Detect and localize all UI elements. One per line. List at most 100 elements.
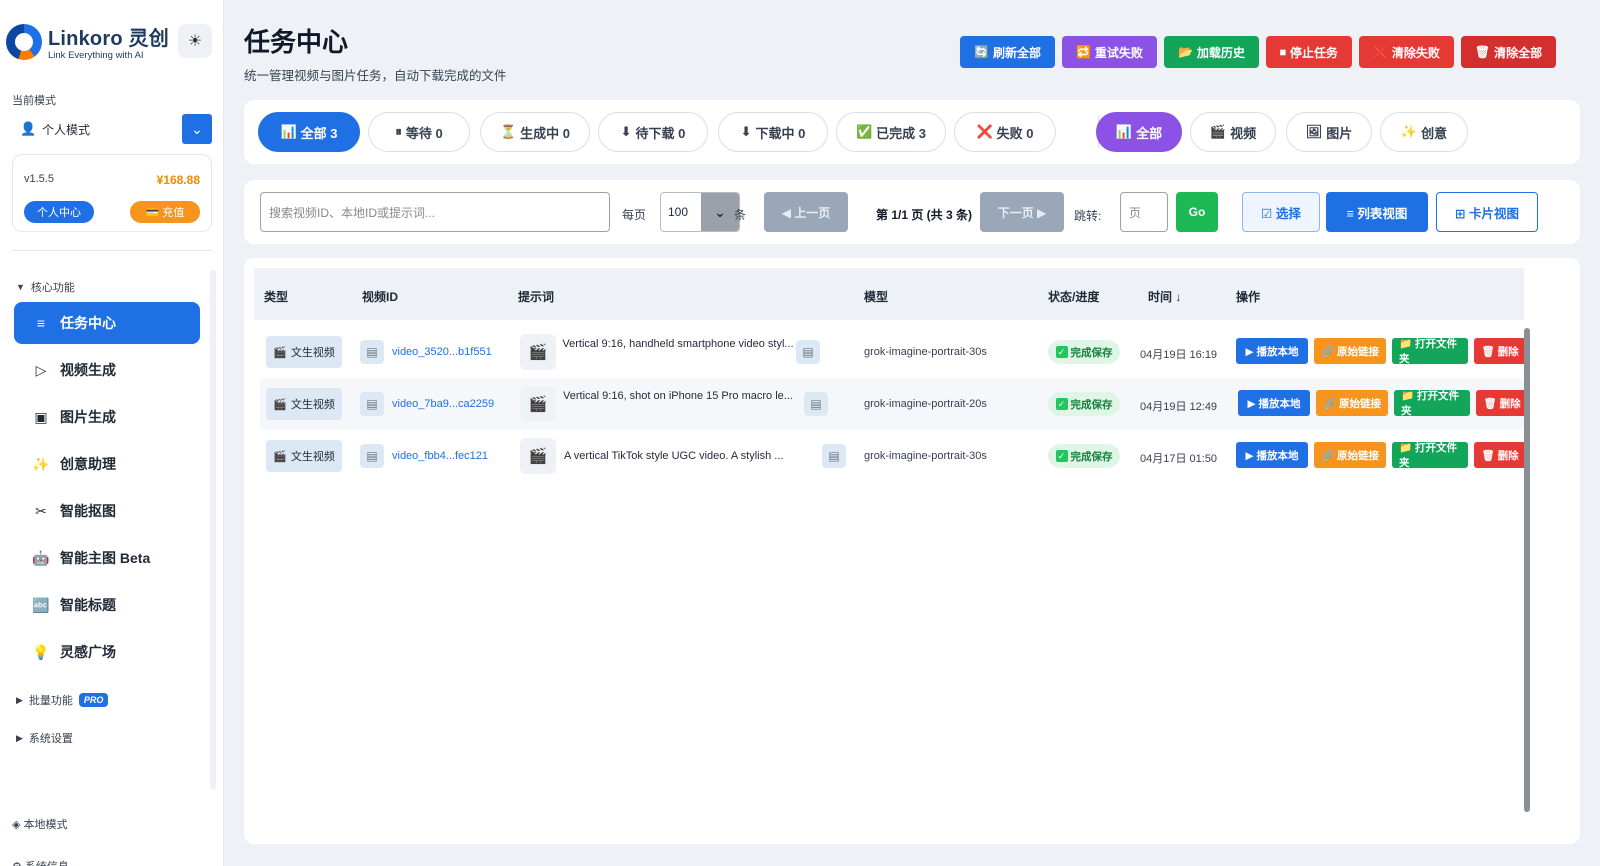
filter-status-generating[interactable]: ⏳ 生成中 0 bbox=[480, 112, 590, 152]
caret-right-icon: ▶ bbox=[16, 694, 23, 705]
refresh-all-button[interactable]: 🔄 刷新全部 bbox=[960, 36, 1055, 68]
select-button[interactable]: ☑ 选择 bbox=[1242, 192, 1320, 232]
load-history-button[interactable]: 📂 加载历史 bbox=[1163, 36, 1259, 68]
card-view-button[interactable]: ⊞ 卡片视图 bbox=[1436, 192, 1538, 232]
nav-group-label: 批量功能 bbox=[28, 695, 73, 707]
video-id-link[interactable]: video_fbb4...fec121 bbox=[392, 450, 488, 462]
jump-label: 跳转: bbox=[1074, 209, 1102, 223]
check-icon: ✓ bbox=[1055, 450, 1068, 462]
video-id[interactable]: ▤ video_3520...b1f551 bbox=[360, 340, 492, 364]
page-title: 任务中心 bbox=[244, 27, 349, 57]
nav-item-image-generation[interactable]: ▣ 图片生成 bbox=[14, 396, 200, 438]
go-button[interactable]: Go bbox=[1176, 192, 1218, 232]
mode-select[interactable]: 👤 个人模式 ⌄ bbox=[12, 114, 212, 144]
recharge-button[interactable]: 💳 充值 bbox=[130, 201, 200, 223]
filter-status-waiting[interactable]: ⏸ 等待 0 bbox=[368, 112, 470, 152]
chip-label: 待下载 0 bbox=[635, 125, 686, 141]
original-link-button[interactable]: 🔗 原始链接 bbox=[1316, 390, 1388, 416]
filter-status-all[interactable]: 📊 全部 3 bbox=[258, 112, 360, 152]
filter-status-pending-download[interactable]: ⬇ 待下载 0 bbox=[598, 112, 708, 152]
original-link-button[interactable]: 🔗 原始链接 bbox=[1314, 442, 1386, 468]
filter-type-creative[interactable]: ✨ 创意 bbox=[1380, 112, 1468, 152]
search-input[interactable]: 搜索视频ID、本地ID或提示词... bbox=[260, 192, 610, 232]
video-id[interactable]: ▤ video_fbb4...fec121 bbox=[360, 444, 488, 468]
nav-item-smart-main-image[interactable]: 🤖 智能主图 Beta bbox=[14, 537, 200, 579]
list-view-button[interactable]: ≡ 列表视图 bbox=[1326, 192, 1428, 232]
jump-page-input[interactable]: 页 bbox=[1120, 192, 1168, 232]
pause-icon: ⏸ bbox=[395, 124, 402, 139]
retry-icon: 🔁 bbox=[1075, 45, 1091, 59]
chevron-down-icon[interactable]: ⌄ bbox=[182, 114, 212, 144]
theme-toggle-button[interactable]: ☀ bbox=[178, 24, 212, 58]
play-local-button[interactable]: ▶ 播放本地 bbox=[1236, 338, 1308, 364]
nav-item-smart-title[interactable]: 🔤 智能标题 bbox=[14, 584, 200, 626]
copy-prompt-icon[interactable]: ▤ bbox=[796, 340, 820, 364]
retry-failed-button[interactable]: 🔁 重试失败 bbox=[1061, 36, 1157, 68]
filter-type-all[interactable]: 📊 全部 bbox=[1096, 112, 1182, 152]
clear-all-button[interactable]: 🗑 清除全部 bbox=[1460, 36, 1557, 68]
filter-type-image[interactable]: 🖼 图片 bbox=[1286, 112, 1372, 152]
nav-item-creative-assistant[interactable]: ✨ 创意助理 bbox=[14, 443, 200, 485]
check-icon: ✅ bbox=[855, 124, 873, 139]
open-folder-button[interactable]: 📁 打开文件夹 bbox=[1392, 442, 1468, 469]
col-actions: 操作 bbox=[1236, 290, 1261, 304]
table-row[interactable]: 🎬 文生视频 ▤ video_fbb4...fec121 🎬 A vertical … bbox=[260, 430, 1526, 482]
recharge-label: 充值 bbox=[162, 207, 185, 219]
nav-item-label: 智能标题 bbox=[60, 597, 116, 613]
type-tag: 🎬 文生视频 bbox=[266, 440, 342, 472]
copy-icon[interactable]: ▤ bbox=[360, 392, 384, 416]
type-label: 文生视频 bbox=[290, 347, 335, 359]
video-id-link[interactable]: video_7ba9...ca2259 bbox=[392, 398, 494, 410]
nav-group-settings[interactable]: ▶ 系统设置 bbox=[16, 730, 73, 746]
open-folder-button[interactable]: 📁 打开文件夹 bbox=[1392, 338, 1468, 365]
table-row[interactable]: 🎬 文生视频 ▤ video_3520...b1f551 🎬 Vertical 9:… bbox=[260, 326, 1526, 378]
x-icon: ❌ bbox=[1372, 45, 1388, 59]
sidebar-scrollbar[interactable] bbox=[210, 270, 216, 790]
table-scrollbar[interactable] bbox=[1524, 328, 1530, 812]
video-id[interactable]: ▤ video_7ba9...ca2259 bbox=[360, 392, 494, 416]
nav-item-task-center[interactable]: ≡ 任务中心 bbox=[14, 302, 200, 344]
nav-item-inspiration-plaza[interactable]: 💡 灵感广场 bbox=[14, 631, 200, 673]
col-video-id: 视频ID bbox=[362, 290, 399, 304]
divider bbox=[12, 250, 212, 251]
copy-icon[interactable]: ▤ bbox=[360, 444, 384, 468]
prompt-text: Vertical 9:16, handheld smartphone video… bbox=[562, 338, 794, 350]
filter-status-completed[interactable]: ✅ 已完成 3 bbox=[836, 112, 946, 152]
nav-item-smart-cutout[interactable]: ✂ 智能抠图 bbox=[14, 490, 200, 532]
copy-prompt-icon[interactable]: ▤ bbox=[822, 444, 846, 468]
open-folder-button[interactable]: 📁 打开文件夹 bbox=[1394, 390, 1470, 417]
per-page-select[interactable]: 100 ⌄ bbox=[660, 192, 740, 232]
time-label: 04月17日 01:50 bbox=[1140, 453, 1218, 465]
row-actions: ▶ 播放本地 🔗 原始链接 📁 打开文件夹 🗑 删除 bbox=[1236, 338, 1526, 365]
video-id-link[interactable]: video_3520...b1f551 bbox=[392, 346, 492, 358]
table-header: 类型 视频ID 提示词 模型 状态/进度 时间 ↓ 操作 bbox=[254, 268, 1524, 320]
col-time[interactable]: 时间 ↓ bbox=[1148, 288, 1181, 305]
nav-item-video-generation[interactable]: ▷ 视频生成 bbox=[14, 349, 200, 391]
play-local-button[interactable]: ▶ 播放本地 bbox=[1236, 442, 1308, 468]
app-logo[interactable]: Linkoro 灵创 Link Everything with AI bbox=[6, 22, 169, 61]
copy-icon[interactable]: ▤ bbox=[360, 340, 384, 364]
prev-page-button[interactable]: ◀ 上一页 bbox=[764, 192, 848, 232]
filter-type-video[interactable]: 🎬 视频 bbox=[1190, 112, 1276, 152]
caret-down-icon: ▼ bbox=[16, 282, 25, 292]
personal-center-button[interactable]: 个人中心 bbox=[24, 201, 94, 223]
delete-button[interactable]: 🗑 删除 bbox=[1474, 442, 1526, 468]
filter-status-downloading[interactable]: ⬇ 下载中 0 bbox=[718, 112, 828, 152]
stop-tasks-button[interactable]: ⏹ 停止任务 bbox=[1265, 36, 1352, 68]
clapperboard-icon: 🎬 bbox=[520, 386, 556, 422]
nav-group-core[interactable]: ▼ 核心功能 bbox=[16, 279, 75, 295]
filter-status-failed[interactable]: ❌ 失败 0 bbox=[954, 112, 1056, 152]
play-local-button[interactable]: ▶ 播放本地 bbox=[1238, 390, 1310, 416]
delete-button[interactable]: 🗑 删除 bbox=[1474, 338, 1526, 364]
original-link-button[interactable]: 🔗 原始链接 bbox=[1314, 338, 1386, 364]
copy-prompt-icon[interactable]: ▤ bbox=[804, 392, 828, 416]
clear-failed-button[interactable]: ❌ 清除失败 bbox=[1358, 36, 1454, 68]
next-page-button[interactable]: 下一页 ▶ bbox=[980, 192, 1064, 232]
nav-group-batch[interactable]: ▶ 批量功能 PRO bbox=[16, 692, 109, 708]
table-row[interactable]: 🎬 文生视频 ▤ video_7ba9...ca2259 🎬 Vertical 9:… bbox=[260, 378, 1528, 430]
download-icon: ⬇ bbox=[620, 124, 632, 139]
chart-icon: 📊 bbox=[1115, 124, 1133, 139]
delete-button[interactable]: 🗑 删除 bbox=[1476, 390, 1528, 416]
check-icon: ✓ bbox=[1055, 346, 1068, 358]
refresh-icon: 🔄 bbox=[974, 45, 989, 59]
